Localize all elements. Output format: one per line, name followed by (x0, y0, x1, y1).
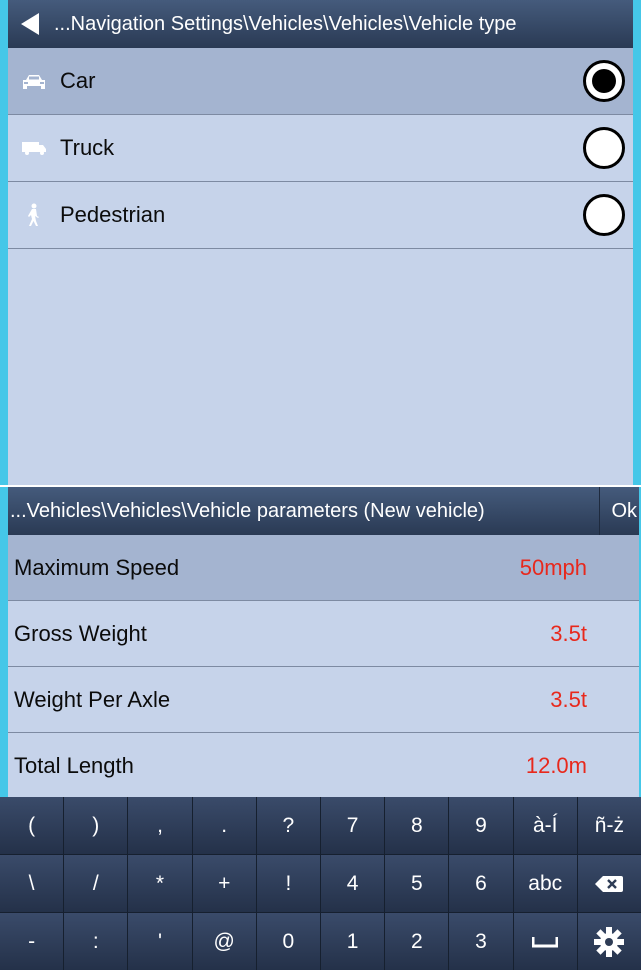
onscreen-keyboard: ( ) , . ? 7 8 9 à-Í ñ-ż \ / * + ! 4 5 6 … (0, 797, 641, 970)
key-exclamation[interactable]: ! (256, 855, 320, 912)
vehicle-parameters-panel: ...Vehicles\Vehicles\Vehicle parameters … (0, 487, 641, 799)
key-slash[interactable]: / (64, 855, 128, 912)
param-maximum-speed[interactable]: Maximum Speed 50mph (8, 535, 639, 601)
key-2[interactable]: 2 (385, 913, 449, 970)
vehicle-type-list: Car Truck Pedestrian (8, 48, 633, 249)
top-titlebar: ...Navigation Settings\Vehicles\Vehicles… (8, 0, 633, 48)
key-open-paren[interactable]: ( (0, 797, 64, 854)
key-apostrophe[interactable]: ' (128, 913, 192, 970)
ok-button[interactable]: Ok (599, 487, 639, 535)
key-accents-a[interactable]: à-Í (513, 797, 577, 854)
radio-unselected[interactable] (583, 194, 625, 236)
key-3[interactable]: 3 (449, 913, 513, 970)
key-colon[interactable]: : (64, 913, 128, 970)
backspace-icon (595, 875, 624, 892)
option-label: Car (60, 68, 96, 93)
truck-icon (8, 115, 60, 182)
key-accents-n[interactable]: ñ-ż (577, 797, 641, 854)
vehicle-type-panel: ...Navigation Settings\Vehicles\Vehicles… (0, 0, 641, 485)
key-backslash[interactable]: \ (0, 855, 64, 912)
key-period[interactable]: . (192, 797, 256, 854)
key-abc[interactable]: abc (513, 855, 577, 912)
back-arrow-icon (21, 13, 39, 35)
space-icon (532, 936, 559, 947)
back-button[interactable] (8, 0, 52, 48)
param-value: 50mph (519, 554, 587, 580)
param-value: 12.0m (525, 752, 587, 778)
car-icon (8, 48, 60, 115)
key-comma[interactable]: , (128, 797, 192, 854)
key-settings[interactable] (577, 913, 641, 970)
key-close-paren[interactable]: ) (64, 797, 128, 854)
key-space[interactable] (513, 913, 577, 970)
key-9[interactable]: 9 (449, 797, 513, 854)
key-1[interactable]: 1 (321, 913, 385, 970)
bottom-titlebar: ...Vehicles\Vehicles\Vehicle parameters … (8, 487, 639, 535)
param-name: Total Length (14, 752, 134, 778)
key-question[interactable]: ? (256, 797, 320, 854)
param-value: 3.5t (550, 620, 587, 646)
param-gross-weight[interactable]: Gross Weight 3.5t (8, 601, 639, 667)
gear-icon (594, 926, 625, 957)
parameter-list: Maximum Speed 50mph Gross Weight 3.5t We… (8, 535, 639, 799)
param-total-length[interactable]: Total Length 12.0m (8, 733, 639, 799)
option-label: Pedestrian (60, 202, 166, 227)
bottom-title: ...Vehicles\Vehicles\Vehicle parameters … (10, 499, 485, 522)
param-weight-per-axle[interactable]: Weight Per Axle 3.5t (8, 667, 639, 733)
radio-selected[interactable] (583, 60, 625, 102)
param-value: 3.5t (550, 686, 587, 712)
param-name: Weight Per Axle (14, 686, 171, 712)
key-7[interactable]: 7 (321, 797, 385, 854)
top-title: ...Navigation Settings\Vehicles\Vehicles… (54, 12, 517, 35)
key-5[interactable]: 5 (385, 855, 449, 912)
param-name: Gross Weight (14, 620, 147, 646)
option-pedestrian[interactable]: Pedestrian (8, 182, 633, 249)
key-6[interactable]: 6 (449, 855, 513, 912)
pedestrian-icon (8, 182, 60, 249)
key-4[interactable]: 4 (321, 855, 385, 912)
param-name: Maximum Speed (14, 554, 180, 580)
key-0[interactable]: 0 (256, 913, 320, 970)
key-asterisk[interactable]: * (128, 855, 192, 912)
key-at[interactable]: @ (192, 913, 256, 970)
key-8[interactable]: 8 (385, 797, 449, 854)
option-truck[interactable]: Truck (8, 115, 633, 182)
radio-unselected[interactable] (583, 127, 625, 169)
option-label: Truck (60, 135, 115, 160)
key-backspace[interactable] (577, 855, 641, 912)
key-plus[interactable]: + (192, 855, 256, 912)
key-hyphen[interactable]: - (0, 913, 64, 970)
option-car[interactable]: Car (8, 48, 633, 115)
